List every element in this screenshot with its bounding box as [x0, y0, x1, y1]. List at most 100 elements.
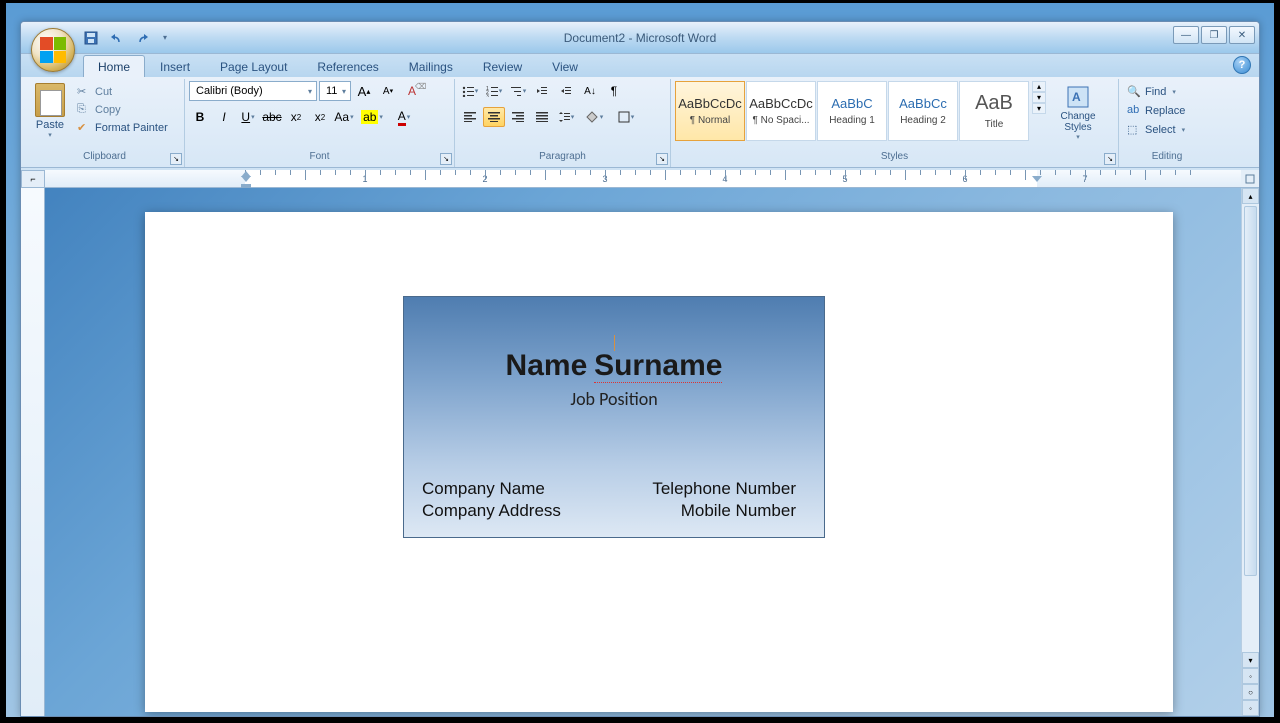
window-title: Document2 - Microsoft Word — [21, 31, 1259, 45]
find-icon: 🔍 — [1127, 85, 1141, 99]
change-styles-button[interactable]: A Change Styles ▾ — [1052, 81, 1104, 143]
gallery-up[interactable]: ▴ — [1032, 81, 1046, 92]
prev-page[interactable]: ◦ — [1242, 668, 1259, 684]
card-job: Job Position — [420, 388, 808, 410]
font-launcher[interactable]: ↘ — [440, 153, 452, 165]
subscript-button[interactable]: x2 — [285, 107, 307, 127]
maximize-button[interactable]: ❐ — [1201, 26, 1227, 44]
styles-group-label: Styles — [675, 151, 1114, 167]
gallery-scroll: ▴ ▾ ▾ — [1032, 81, 1046, 114]
save-button[interactable] — [81, 28, 101, 48]
copy-button[interactable]: ⎘Copy — [73, 101, 172, 119]
scroll-down[interactable]: ▾ — [1242, 652, 1259, 668]
ruler-toggle[interactable] — [1241, 170, 1259, 188]
multilevel-list-button[interactable] — [507, 81, 529, 101]
replace-button[interactable]: abReplace — [1123, 102, 1189, 120]
decrease-indent-button[interactable] — [531, 81, 553, 101]
show-marks-button[interactable]: ¶ — [603, 81, 625, 101]
shading-button[interactable] — [579, 107, 609, 127]
style-heading-2[interactable]: AaBbCcHeading 2 — [888, 81, 958, 141]
qat-customize[interactable]: ▾ — [159, 28, 171, 48]
styles-launcher[interactable]: ↘ — [1104, 153, 1116, 165]
card-company: Company Name — [422, 479, 561, 499]
increase-indent-button[interactable] — [555, 81, 577, 101]
font-color-button[interactable]: A — [389, 107, 419, 127]
clipboard-launcher[interactable]: ↘ — [170, 153, 182, 165]
style-title[interactable]: AaBTitle — [959, 81, 1029, 141]
tab-references[interactable]: References — [302, 55, 393, 77]
copy-icon: ⎘ — [77, 103, 91, 117]
tab-selector[interactable]: ⌐ — [21, 170, 45, 188]
format-painter-button[interactable]: ✔Format Painter — [73, 119, 172, 137]
select-icon: ⬚ — [1127, 123, 1141, 137]
undo-button[interactable] — [107, 28, 127, 48]
workspace: ⌐ 1234567 Name Surname Job Position Comp… — [21, 170, 1259, 716]
office-logo-icon — [40, 37, 66, 63]
redo-button[interactable] — [133, 28, 153, 48]
justify-button[interactable] — [531, 107, 553, 127]
line-spacing-button[interactable] — [555, 107, 577, 127]
browse-object[interactable]: ○ — [1242, 684, 1259, 700]
office-button[interactable] — [31, 28, 75, 72]
tab-mailings[interactable]: Mailings — [394, 55, 468, 77]
word-window: ▾ Document2 - Microsoft Word — ❐ ✕ Home … — [20, 21, 1260, 717]
cut-button[interactable]: ✂Cut — [73, 83, 172, 101]
select-button[interactable]: ⬚Select▾ — [1123, 121, 1189, 139]
bullets-button[interactable] — [459, 81, 481, 101]
svg-text:3: 3 — [486, 94, 489, 97]
group-editing: 🔍Find▾ abReplace ⬚Select▾ Editing — [1119, 79, 1215, 167]
align-left-button[interactable] — [459, 107, 481, 127]
help-icon[interactable]: ? — [1233, 56, 1251, 74]
style---no-spaci---[interactable]: AaBbCcDc¶ No Spaci... — [746, 81, 816, 141]
gallery-more[interactable]: ▾ — [1032, 103, 1046, 114]
scroll-up[interactable]: ▴ — [1242, 188, 1259, 204]
tab-page-layout[interactable]: Page Layout — [205, 55, 302, 77]
close-button[interactable]: ✕ — [1229, 26, 1255, 44]
group-paragraph: 123 A↓ ¶ Paragraph ↘ — [455, 79, 671, 167]
tab-insert[interactable]: Insert — [145, 55, 205, 77]
replace-icon: ab — [1127, 104, 1141, 118]
next-page[interactable]: ◦ — [1242, 700, 1259, 716]
find-button[interactable]: 🔍Find▾ — [1123, 83, 1189, 101]
align-right-button[interactable] — [507, 107, 529, 127]
change-case-button[interactable]: Aa — [333, 107, 355, 127]
style---normal[interactable]: AaBbCcDc¶ Normal — [675, 81, 745, 141]
page: Name Surname Job Position Company Name C… — [145, 212, 1173, 712]
minimize-button[interactable]: — — [1173, 26, 1199, 44]
superscript-button[interactable]: x2 — [309, 107, 331, 127]
ribbon-tabs: Home Insert Page Layout References Maili… — [21, 54, 1259, 77]
style-heading-1[interactable]: AaBbCHeading 1 — [817, 81, 887, 141]
underline-button[interactable]: U — [237, 107, 259, 127]
strikethrough-button[interactable]: abc — [261, 107, 283, 127]
font-group-label: Font — [189, 151, 450, 167]
scissors-icon: ✂ — [77, 85, 91, 99]
font-name-combo[interactable]: Calibri (Body)▾ — [189, 81, 317, 101]
font-size-combo[interactable]: 11▾ — [319, 81, 351, 101]
clear-formatting-button[interactable]: A⌫ — [401, 81, 423, 101]
scroll-thumb[interactable] — [1244, 206, 1257, 576]
paragraph-launcher[interactable]: ↘ — [656, 153, 668, 165]
gallery-down[interactable]: ▾ — [1032, 92, 1046, 103]
horizontal-ruler[interactable]: 1234567 — [45, 170, 1241, 188]
clipboard-group-label: Clipboard — [29, 151, 180, 167]
align-center-button[interactable] — [483, 107, 505, 127]
sort-button[interactable]: A↓ — [579, 81, 601, 101]
tab-review[interactable]: Review — [468, 55, 537, 77]
paste-label: Paste — [36, 119, 64, 131]
business-card[interactable]: Name Surname Job Position Company Name C… — [403, 296, 825, 538]
borders-button[interactable] — [611, 107, 641, 127]
grow-font-button[interactable]: A▴ — [353, 81, 375, 101]
shrink-font-button[interactable]: A▾ — [377, 81, 399, 101]
card-address: Company Address — [422, 501, 561, 521]
italic-button[interactable]: I — [213, 107, 235, 127]
paste-button[interactable]: Paste ▾ — [29, 81, 71, 141]
tab-home[interactable]: Home — [83, 55, 145, 77]
document-area[interactable]: Name Surname Job Position Company Name C… — [45, 188, 1241, 716]
numbering-button[interactable]: 123 — [483, 81, 505, 101]
bold-button[interactable]: B — [189, 107, 211, 127]
svg-text:A: A — [1072, 90, 1081, 104]
highlight-button[interactable]: ab — [357, 107, 387, 127]
tab-view[interactable]: View — [537, 55, 593, 77]
change-styles-icon: A — [1064, 83, 1092, 111]
vertical-ruler[interactable] — [21, 188, 45, 716]
